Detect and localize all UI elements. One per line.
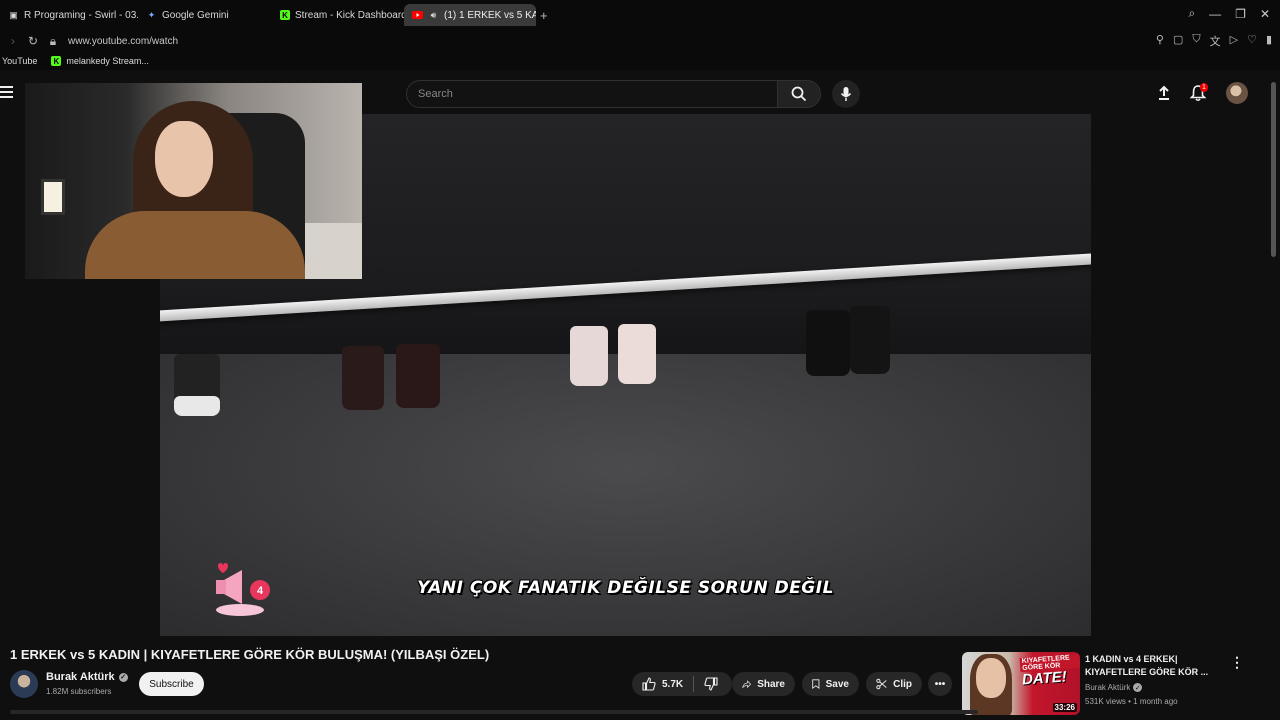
upload-icon xyxy=(1159,85,1169,100)
new-tab-button[interactable]: + xyxy=(540,8,548,23)
tab-label: Stream - Kick Dashboard xyxy=(295,9,404,21)
verified-icon: ✓ xyxy=(1133,683,1143,692)
clip-button[interactable]: Clip xyxy=(866,672,922,696)
tab-kick-dashboard[interactable]: K Stream - Kick Dashboard xyxy=(272,4,404,26)
like-divider xyxy=(693,676,695,692)
notification-badge: 1 xyxy=(1200,83,1208,92)
tab-google-gemini[interactable]: ✦ Google Gemini xyxy=(138,4,272,26)
description-box-edge xyxy=(10,710,978,714)
bookmark-melankedy[interactable]: K melankedy Stream... xyxy=(51,56,149,66)
shoe-pink-2 xyxy=(618,324,656,384)
webcam-lamp xyxy=(41,179,65,215)
send-icon[interactable]: ▷ xyxy=(1230,33,1238,49)
shoe-pink-1 xyxy=(570,326,608,386)
menu-icon[interactable] xyxy=(0,86,13,101)
share-icon xyxy=(742,679,752,688)
tab-r-programming[interactable]: ▣ R Programing - Swirl - 03... xyxy=(0,4,138,26)
recommended-thumbnail[interactable]: KIYAFETLERE GÖRE KÖR DATE! 33:26 xyxy=(962,652,1080,715)
video-duration: 33:26 xyxy=(1052,703,1077,712)
kick-icon: K xyxy=(280,10,290,20)
more-vertical-icon[interactable]: ⋮ xyxy=(1230,654,1244,671)
shoe-white-left xyxy=(174,396,220,416)
gemini-icon: ✦ xyxy=(147,9,156,20)
share-label: Share xyxy=(757,678,785,690)
page-icon: ▣ xyxy=(9,9,18,20)
verified-icon: ✓ xyxy=(118,672,128,682)
microphone-icon xyxy=(840,87,852,101)
clip-label: Clip xyxy=(893,678,912,690)
shield-icon[interactable]: ⛉ xyxy=(1192,33,1200,49)
translate-icon[interactable]: 文 xyxy=(1210,33,1221,49)
thumbs-up-icon[interactable] xyxy=(642,677,656,691)
thumbnail-headline: DATE! xyxy=(1021,668,1068,689)
subscriber-count: 1.82M subscribers xyxy=(46,687,112,696)
window-controls: ⌕ — ❐ ✕ xyxy=(1188,6,1270,21)
webcam-person-sweater xyxy=(85,211,305,279)
like-count[interactable]: 5.7K xyxy=(662,679,683,690)
forward-icon[interactable]: › xyxy=(6,34,20,48)
search-tabs-icon[interactable]: ⌕ xyxy=(1188,6,1195,21)
tab-youtube-video[interactable]: 🔊︎ (1) 1 ERKEK vs 5 KADIN xyxy=(404,4,536,26)
search-button[interactable] xyxy=(777,80,821,108)
scrollbar-thumb[interactable] xyxy=(1271,82,1276,257)
tab-capture-icon[interactable]: ▢ xyxy=(1173,33,1183,49)
search-icon xyxy=(791,86,807,102)
create-button[interactable] xyxy=(1155,84,1173,102)
shoe-black-2 xyxy=(850,306,890,374)
save-button[interactable]: Save xyxy=(802,672,859,696)
bookmark-youtube[interactable]: YouTube xyxy=(2,56,37,66)
channel-avatar[interactable] xyxy=(10,670,38,698)
thumbs-down-icon[interactable] xyxy=(704,677,718,691)
recommended-meta: 531K views • 1 month ago xyxy=(1085,697,1178,706)
channel-name[interactable]: Burak Aktürk ✓ xyxy=(46,671,128,683)
pin-icon[interactable]: ⚲ xyxy=(1156,33,1164,49)
youtube-icon xyxy=(412,10,423,21)
restore-icon[interactable]: ❐ xyxy=(1235,7,1246,21)
page-scrollbar[interactable] xyxy=(1268,72,1280,720)
voice-search-button[interactable] xyxy=(832,80,860,108)
shoe-black-1 xyxy=(806,310,850,376)
reload-icon[interactable]: ↻ xyxy=(26,34,40,48)
subscribe-button[interactable]: Subscribe xyxy=(139,672,204,696)
bookmark-label: YouTube xyxy=(2,56,38,66)
thumbnail-person-face xyxy=(976,658,1006,698)
close-icon[interactable]: ✕ xyxy=(1260,7,1270,21)
recommended-channel[interactable]: Burak Aktürk ✓ xyxy=(1085,683,1143,692)
share-button[interactable]: Share xyxy=(732,672,795,696)
bookmark-icon xyxy=(812,679,820,690)
save-label: Save xyxy=(825,678,849,690)
video-subtitle: YANI ÇOK FANATIK DEĞILSE SORUN DEĞIL xyxy=(417,578,834,598)
address-bar: › ↻ 🔒︎ www.youtube.com/watch ⚲ ▢ ⛉ 文 ▷ ♡… xyxy=(0,30,1280,52)
recommended-title[interactable]: 1 KADIN vs 4 ERKEK| KIYAFETLERE GÖRE KÖR… xyxy=(1085,653,1215,679)
tab-label: Google Gemini xyxy=(162,9,229,21)
bookmark-label: melankedy Stream... xyxy=(66,56,149,66)
url-field[interactable]: www.youtube.com/watch xyxy=(68,36,178,47)
bookmarks-bar: YouTube K melankedy Stream... xyxy=(0,52,1280,70)
tab-label: R Programing - Swirl - 03... xyxy=(24,9,138,21)
shoe-boot-1 xyxy=(342,346,384,410)
tab-bar: ▣ R Programing - Swirl - 03... ✦ Google … xyxy=(0,0,1280,30)
scissors-icon xyxy=(876,678,887,690)
kick-icon: K xyxy=(51,56,62,66)
channel-name-text: Burak Aktürk xyxy=(46,671,115,683)
search-input[interactable]: Search xyxy=(406,80,778,108)
shoe-boot-2 xyxy=(396,344,440,408)
browser-window: ▣ R Programing - Swirl - 03... ✦ Google … xyxy=(0,0,1280,720)
webcam-person-face xyxy=(155,121,213,197)
speaker-icon[interactable]: 🔊︎ xyxy=(428,10,439,21)
like-dislike-group: 5.7K xyxy=(632,672,732,696)
account-avatar[interactable] xyxy=(1226,82,1248,104)
heart-icon[interactable]: ♡ xyxy=(1247,33,1257,49)
tab-label: (1) 1 ERKEK vs 5 KADIN xyxy=(444,9,536,21)
video-title: 1 ERKEK vs 5 KADIN | KIYAFETLERE GÖRE KÖ… xyxy=(10,647,490,662)
extension-toolbar: ⚲ ▢ ⛉ 文 ▷ ♡ ▮ xyxy=(1156,33,1272,49)
recommended-channel-name: Burak Aktürk xyxy=(1085,683,1131,692)
sidebar-icon[interactable]: ▮ xyxy=(1266,33,1272,49)
webcam-overlay xyxy=(25,83,362,279)
lock-icon[interactable]: 🔒︎ xyxy=(46,34,60,49)
minimize-icon[interactable]: — xyxy=(1209,7,1221,21)
more-horizontal-icon: ••• xyxy=(934,678,946,690)
more-actions-button[interactable]: ••• xyxy=(928,672,952,696)
